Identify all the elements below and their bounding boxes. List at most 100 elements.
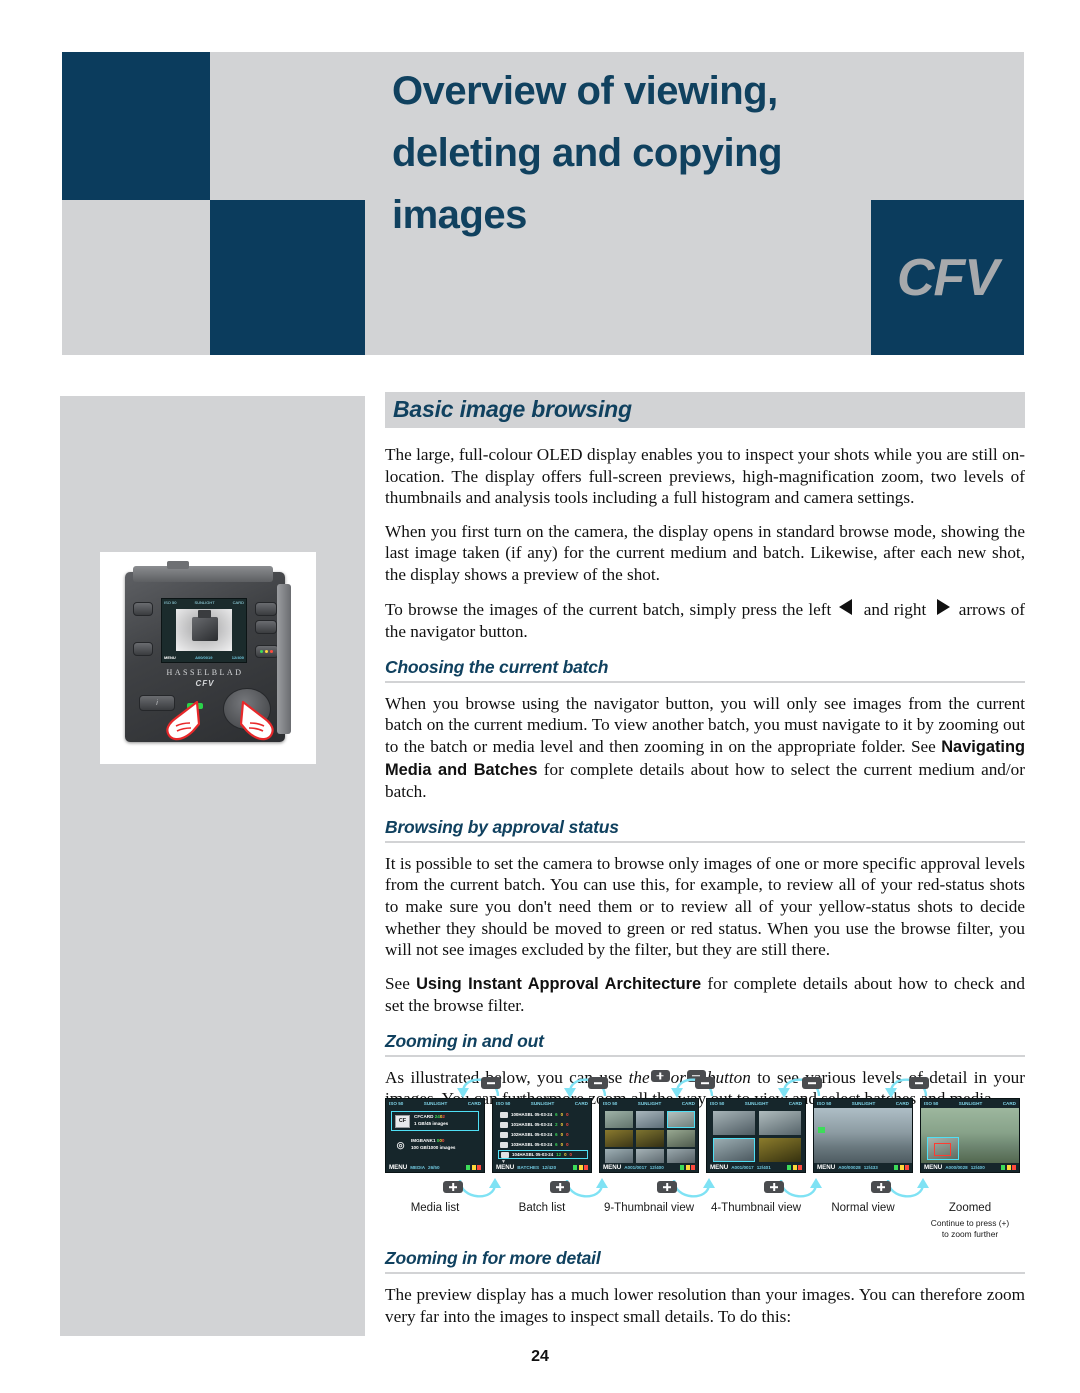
batch-list-row-1[interactable]: 100HASBL 05-03-24 600 — [498, 1110, 588, 1119]
panel2-approval-dots — [573, 1164, 588, 1170]
paragraph-browse-mode: When you first turn on the camera, the d… — [385, 521, 1025, 584]
camera-star-button[interactable] — [133, 642, 153, 656]
cfv-logo: CFV — [897, 248, 999, 307]
panel3-image-id: A001/0017 — [624, 1164, 647, 1170]
diagram-panel-4-thumbnail[interactable]: ISO 50 SUNLIGHT CARD MENU A001/0017 12/4… — [706, 1098, 806, 1173]
batch1-red: 0 — [566, 1112, 569, 1117]
media-list-row-imgbank-text: IMGBANK1 000 100 GB/1000 images — [411, 1138, 455, 1151]
panel4-wb: SUNLIGHT — [744, 1101, 769, 1106]
diagram-panel-media-list[interactable]: ISO 50 SUNLIGHT CARD CF CFCARD 2402 1 GB… — [385, 1098, 485, 1173]
page-title-line-1: Overview of viewing, — [392, 69, 778, 113]
paragraph-approval-status: It is possible to set the camera to brow… — [385, 853, 1025, 960]
cfcard-subtitle: 1 GB/45 images — [414, 1121, 449, 1126]
diagram-zoom-in-button-2[interactable] — [550, 1181, 570, 1193]
thumbnail-7[interactable] — [605, 1149, 633, 1163]
camera-screen-iso: ISO 50 — [164, 600, 177, 605]
camera-approval-button[interactable] — [255, 645, 279, 658]
media-list-row-cfcard-text: CFCARD 2402 1 GB/45 images — [414, 1114, 448, 1127]
folder-icon-4 — [500, 1141, 508, 1148]
panel6-counter: 12/400 — [970, 1164, 985, 1170]
folder-icon-2 — [500, 1121, 508, 1128]
thumbnail-9[interactable] — [667, 1149, 695, 1163]
subsection-title-choosing-current-batch: Choosing the current batch — [385, 657, 1025, 683]
camera-brand-label: HASSELBLAD — [166, 668, 244, 677]
panel2-bottombar: MENU BATCHES 12/420 — [493, 1162, 591, 1172]
camera-power-button[interactable] — [133, 602, 153, 616]
media-list-row-imgbank[interactable]: ◎ IMGBANK1 000 100 GB/1000 images — [391, 1135, 479, 1155]
panel4-iso: ISO 50 — [710, 1101, 725, 1106]
page-title: Overview of viewing, deleting and copyin… — [392, 60, 872, 246]
diagram-zoom-out-button-3[interactable] — [695, 1077, 715, 1089]
paragraph-navigator-arrows-part2: and right — [863, 599, 927, 619]
panel2-menu-label: MENU — [496, 1163, 515, 1171]
batch-list-row-2[interactable]: 101HASBL 05-03-24 200 — [498, 1120, 588, 1129]
diagram-zoom-in-button-4[interactable] — [764, 1181, 784, 1193]
diagram-panel-zoomed-view[interactable]: ISO 50 SUNLIGHT CARD MENU A000/0028 12/4… — [920, 1098, 1020, 1173]
thumbnail-large-4[interactable] — [759, 1138, 801, 1162]
zoom-navigator-overview[interactable] — [927, 1137, 959, 1160]
cf-card-icon: CF — [395, 1114, 410, 1128]
folder-icon-1 — [500, 1111, 508, 1118]
camera-screen-preview-subject — [192, 610, 218, 641]
camera-zoom-out-button[interactable] — [255, 620, 277, 634]
batch5-yellow: 0 — [564, 1152, 567, 1157]
diagram-panel-normal-view[interactable]: ISO 50 SUNLIGHT CARD MENU A00/00028 12/4… — [813, 1098, 913, 1173]
diagram-zoom-out-button-4[interactable] — [802, 1077, 822, 1089]
diagram-panel-9-thumbnail[interactable]: ISO 50 SUNLIGHT CARD MENU A001/0017 12/4… — [599, 1098, 699, 1173]
thumbnail-large-3-selected[interactable] — [713, 1138, 755, 1162]
thumbnail-2[interactable] — [636, 1111, 664, 1128]
folder-icon-3 — [500, 1131, 508, 1138]
diagram-zoom-out-button-5[interactable] — [909, 1077, 929, 1089]
panel2-topbar: ISO 50 SUNLIGHT CARD — [493, 1099, 591, 1108]
thumbnail-large-2[interactable] — [759, 1111, 801, 1135]
batch-list-row-3[interactable]: 102HASBL 05-03-24 600 — [498, 1130, 588, 1139]
panel6-topbar: ISO 50 SUNLIGHT CARD — [921, 1099, 1019, 1108]
camera-screen-media: CARD — [232, 600, 244, 605]
diagram-zoom-out-button-2[interactable] — [588, 1077, 608, 1089]
batch4-green: 6 — [555, 1142, 558, 1147]
header-decoration-block-bottom-middle — [210, 200, 365, 355]
thumbnail-large-1[interactable] — [713, 1111, 755, 1135]
link-using-instant-approval-architecture: Using Instant Approval Architecture — [416, 974, 702, 993]
camera-zoom-in-button[interactable] — [255, 602, 277, 616]
paragraph-zooming-more-detail: The preview display has a much lower res… — [385, 1285, 1025, 1326]
batch2-yellow: 0 — [560, 1122, 564, 1127]
panel1-iso: ISO 50 — [389, 1101, 404, 1106]
panel5-wb: SUNLIGHT — [851, 1101, 876, 1106]
batch4-red: 0 — [566, 1142, 569, 1147]
panel6-iso: ISO 50 — [924, 1101, 939, 1106]
panel6-approval-dots — [1001, 1164, 1016, 1170]
camera-side-rail — [277, 584, 291, 734]
panel4-bottombar: MENU A001/0017 12/401 — [707, 1162, 805, 1172]
panel1-counter: 26/50 — [428, 1164, 440, 1170]
camera-screen-wb: SUNLIGHT — [194, 600, 215, 605]
diagram-zoom-in-button-5[interactable] — [871, 1181, 891, 1193]
panel2-iso: ISO 50 — [496, 1101, 511, 1106]
page-title-line-3: images — [392, 193, 527, 237]
panel6-image-id: A000/0028 — [945, 1164, 968, 1170]
thumbnail-5[interactable] — [636, 1130, 664, 1147]
panel4-topbar: ISO 50 SUNLIGHT CARD — [707, 1099, 805, 1108]
batch-list-row-4[interactable]: 103HASBL 05-03-24 600 — [498, 1140, 588, 1149]
diagram-zoom-in-button-1[interactable] — [443, 1181, 463, 1193]
media-list-row-cfcard[interactable]: CF CFCARD 2402 1 GB/45 images — [391, 1111, 479, 1131]
zoom-level-flow-diagram: ISO 50 SUNLIGHT CARD CF CFCARD 2402 1 GB… — [385, 1068, 1030, 1248]
panel1-approval-dots — [466, 1164, 481, 1170]
batch-list-row-5-selected[interactable]: 104HASBL 05-03-24 12 0 0 — [498, 1150, 588, 1159]
thumbnail-3-selected[interactable] — [667, 1111, 695, 1128]
diagram-zoom-out-button-1[interactable] — [481, 1077, 501, 1089]
batch3-red: 0 — [566, 1132, 569, 1137]
thumbnail-4[interactable] — [605, 1130, 633, 1147]
camera-screen-menu-label: MENU — [164, 655, 176, 660]
thumbnail-1[interactable] — [605, 1111, 633, 1128]
diagram-panel-batch-list[interactable]: ISO 50 SUNLIGHT CARD 100HASBL 05-03-24 6… — [492, 1098, 592, 1173]
panel5-approval-dots — [894, 1164, 909, 1170]
paragraph-oled-display: The large, full-colour OLED display enab… — [385, 445, 1025, 508]
thumbnail-8[interactable] — [636, 1149, 664, 1163]
pointing-hand-left-icon — [166, 700, 200, 741]
panel5-bottombar: MENU A00/00028 12/433 — [814, 1162, 912, 1172]
diagram-zoom-in-button-3[interactable] — [657, 1181, 677, 1193]
pointing-hand-right-icon — [240, 700, 274, 741]
panel3-media: CARD — [681, 1101, 695, 1106]
thumbnail-6[interactable] — [667, 1130, 695, 1147]
